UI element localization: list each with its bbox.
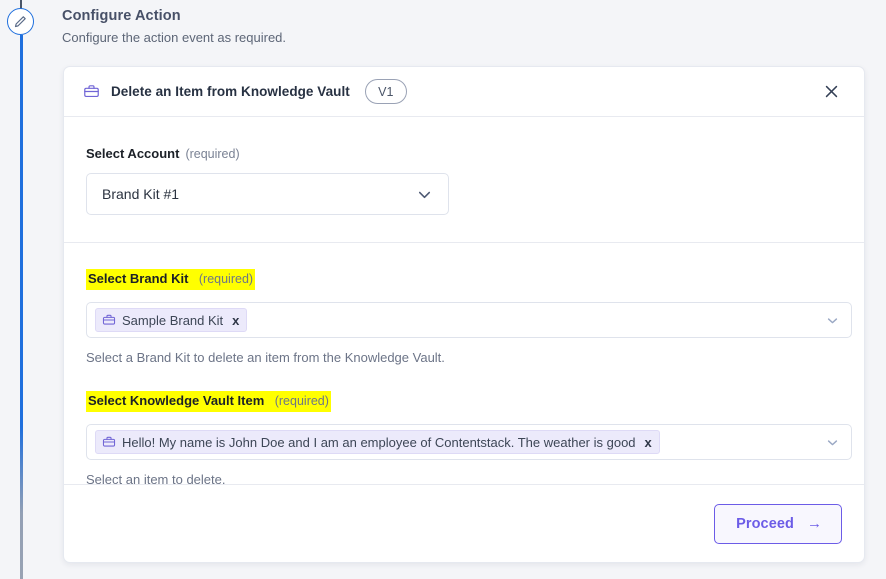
- arrow-right-icon: →: [807, 515, 822, 532]
- page-title: Configure Action: [62, 8, 181, 24]
- select-brand-kit-label-highlight: Select Brand Kit (required): [86, 269, 256, 290]
- select-brand-kit-help-text: Select a Brand Kit to delete an item fro…: [86, 350, 445, 365]
- select-account-value: Brand Kit #1: [102, 186, 180, 202]
- card-header: Delete an Item from Knowledge Vault V1: [64, 67, 864, 117]
- chevron-down-icon: [816, 312, 841, 329]
- select-account-section: Select Account (required) Brand Kit #1: [64, 117, 864, 243]
- select-account-dropdown[interactable]: Brand Kit #1: [86, 173, 449, 215]
- briefcase-icon: [83, 83, 100, 100]
- timeline-step-node[interactable]: [7, 8, 34, 35]
- knowledge-vault-item-chip-label: Hello! My name is John Doe and I am an e…: [122, 434, 636, 450]
- brand-kit-chip-label: Sample Brand Kit: [122, 312, 224, 328]
- workflow-timeline-rail: [0, 0, 44, 579]
- remove-chip-icon[interactable]: x: [232, 314, 239, 327]
- select-brand-kit-field: Select Brand Kit (required) Sample Brand…: [86, 269, 852, 365]
- chevron-down-icon: [816, 434, 841, 451]
- configure-action-card: Delete an Item from Knowledge Vault V1 S…: [63, 66, 865, 563]
- briefcase-icon: [102, 313, 116, 327]
- chevron-down-icon: [415, 185, 434, 204]
- proceed-button-label: Proceed: [736, 515, 794, 532]
- field-spacer: [86, 365, 842, 391]
- select-knowledge-vault-item-required: (required): [274, 394, 329, 408]
- brand-kit-chip[interactable]: Sample Brand Kit x: [95, 308, 248, 332]
- select-knowledge-vault-item-label-row: Select Knowledge Vault Item (required): [86, 391, 842, 412]
- select-knowledge-vault-item-multiselect[interactable]: Hello! My name is John Doe and I am an e…: [86, 424, 852, 460]
- knowledge-vault-item-chip[interactable]: Hello! My name is John Doe and I am an e…: [95, 430, 660, 454]
- fields-section: Select Brand Kit (required) Sample Brand…: [64, 243, 864, 487]
- timeline-line: [20, 35, 23, 579]
- select-brand-kit-multiselect[interactable]: Sample Brand Kit x: [86, 302, 852, 338]
- version-badge: V1: [364, 79, 407, 104]
- select-knowledge-vault-item-label-highlight: Select Knowledge Vault Item (required): [86, 391, 331, 412]
- select-account-required: (required): [185, 147, 240, 161]
- select-brand-kit-label-row: Select Brand Kit (required): [86, 269, 842, 290]
- proceed-button[interactable]: Proceed →: [714, 503, 842, 544]
- select-brand-kit-label: Select Brand Kit: [88, 271, 189, 286]
- select-account-label-row: Select Account (required): [86, 146, 842, 161]
- select-brand-kit-required: (required): [198, 272, 254, 286]
- close-icon[interactable]: [818, 79, 844, 105]
- page-header: Configure Action Configure the action ev…: [62, 8, 286, 45]
- select-knowledge-vault-item-label: Select Knowledge Vault Item: [88, 393, 265, 408]
- remove-chip-icon[interactable]: x: [645, 436, 652, 449]
- page-subtitle: Configure the action event as required.: [62, 30, 287, 45]
- pencil-icon: [13, 14, 28, 29]
- select-account-label: Select Account: [86, 146, 180, 161]
- briefcase-icon: [102, 435, 116, 449]
- card-title: Delete an Item from Knowledge Vault: [111, 84, 350, 99]
- card-footer: Proceed →: [64, 484, 864, 562]
- select-knowledge-vault-item-field: Select Knowledge Vault Item (required) H…: [86, 391, 852, 487]
